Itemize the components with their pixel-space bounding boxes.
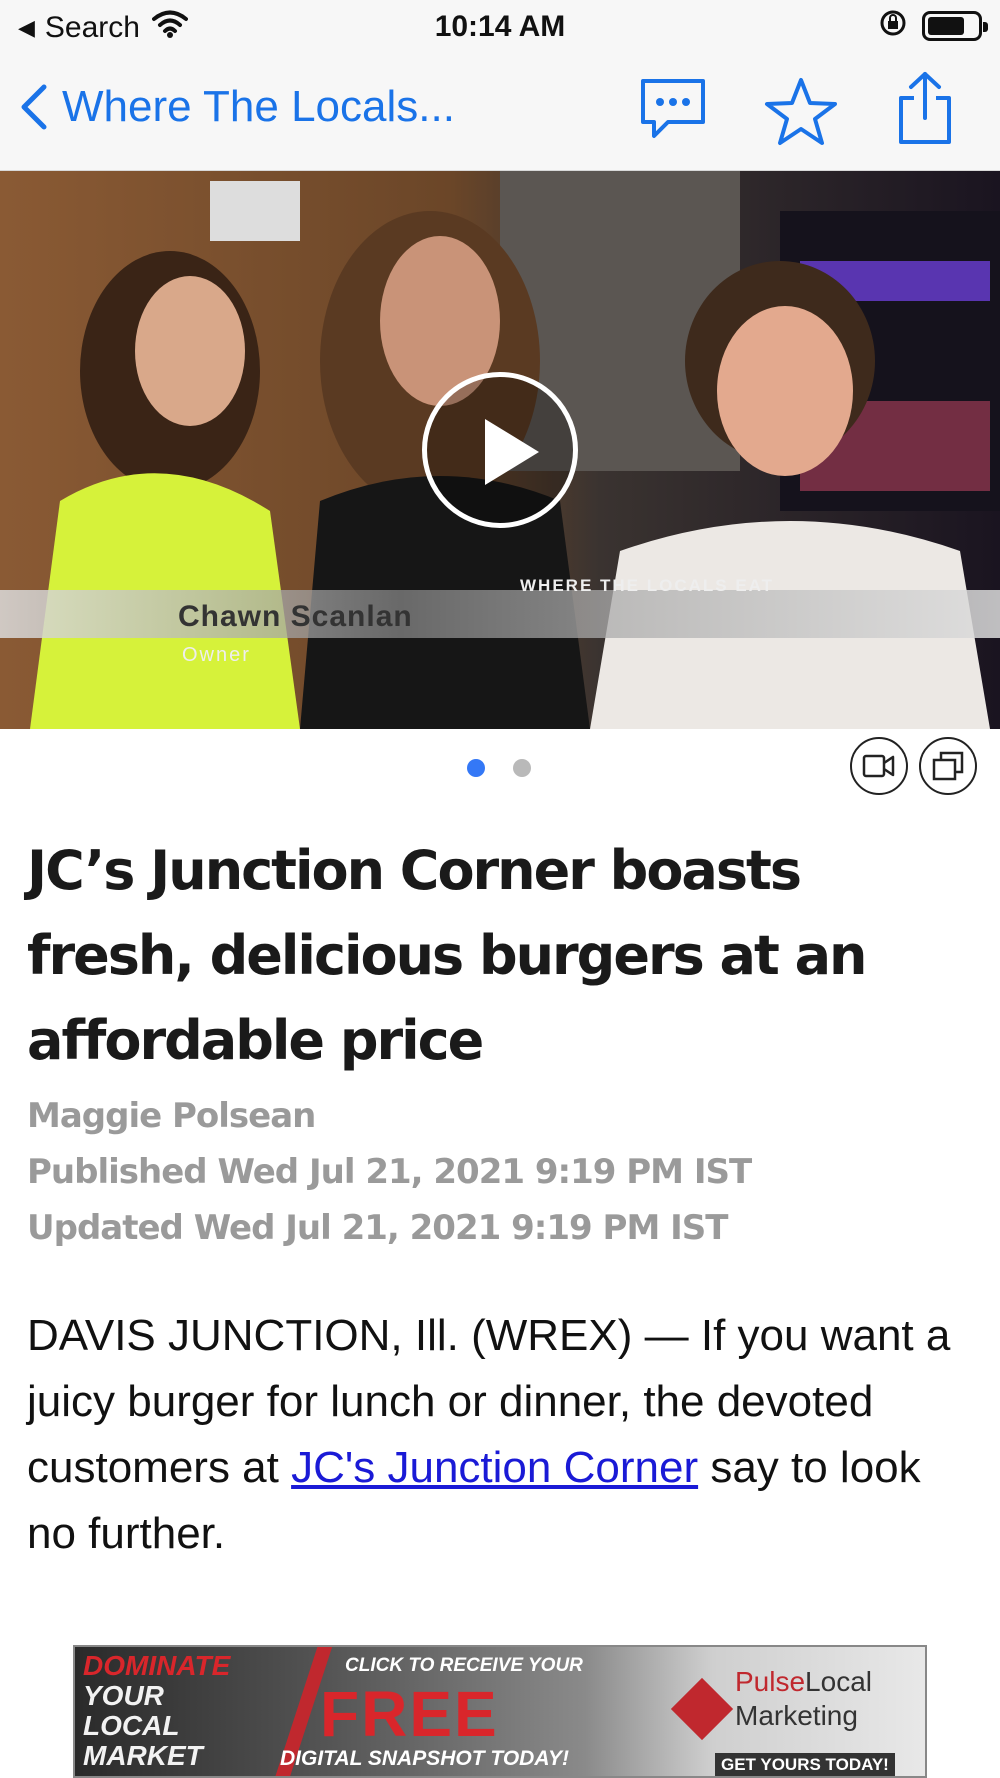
article-published-date: Published Wed Jul 21, 2021 9:19 PM IST bbox=[27, 1152, 752, 1192]
article-body-paragraph: DAVIS JUNCTION, Ill. (WREX) — If you wan… bbox=[27, 1303, 977, 1567]
lower-third-name: Chawn Scanlan bbox=[178, 600, 413, 633]
ad-brand-logo-icon bbox=[670, 1677, 734, 1741]
advertisement-banner[interactable]: DOMINATE YOUR LOCAL MARKET CLICK TO RECE… bbox=[73, 1645, 927, 1778]
comments-icon bbox=[641, 79, 705, 138]
media-pager bbox=[0, 729, 1000, 803]
page-dot-2[interactable] bbox=[513, 759, 531, 777]
ad-line-dominate: DOMINATE bbox=[83, 1650, 231, 1681]
article-headline: JC’s Junction Corner boasts fresh, delic… bbox=[27, 839, 867, 1072]
video-camera-icon bbox=[862, 754, 895, 778]
ad-brand-name: PulseLocal Marketing bbox=[735, 1665, 872, 1733]
share-icon bbox=[899, 72, 951, 144]
article-updated-date: Updated Wed Jul 21, 2021 9:19 PM IST bbox=[27, 1208, 728, 1248]
ad-cta-text: GET YOURS TODAY! bbox=[715, 1753, 895, 1776]
ad-free-text: FREE bbox=[320, 1678, 499, 1750]
battery-fill bbox=[928, 16, 964, 35]
lower-third-show-name: WHERE THE LOCALS EAT bbox=[520, 576, 775, 595]
favorite-button[interactable] bbox=[764, 76, 838, 151]
battery-tip bbox=[983, 21, 988, 32]
rotation-lock-icon bbox=[878, 8, 908, 43]
article-author[interactable]: Maggie Polsean bbox=[27, 1088, 751, 1144]
ad-snapshot-text: DIGITAL SNAPSHOT TODAY! bbox=[280, 1747, 569, 1770]
ad-brand-marketing: Marketing bbox=[735, 1700, 858, 1731]
chevron-left-icon bbox=[21, 84, 47, 130]
article-media[interactable]: Chawn Scanlan Owner WHERE THE LOCALS EAT bbox=[0, 171, 1000, 729]
navigation-bar: Where The Locals... bbox=[0, 56, 1000, 171]
back-button[interactable]: Where The Locals... bbox=[18, 82, 455, 132]
ad-line-local: LOCAL bbox=[83, 1710, 180, 1741]
ad-click-text: CLICK TO RECEIVE YOUR bbox=[345, 1655, 583, 1676]
jcs-junction-corner-link[interactable]: JC's Junction Corner bbox=[291, 1443, 698, 1492]
ad-brand-pulse: Pulse bbox=[735, 1666, 806, 1697]
status-time: 10:14 AM bbox=[434, 10, 566, 43]
lower-third-role: Owner bbox=[182, 644, 251, 666]
comments-button[interactable] bbox=[638, 76, 708, 147]
status-right-group bbox=[878, 8, 988, 43]
star-icon bbox=[765, 78, 837, 145]
ad-tagline: DOMINATE YOUR LOCAL MARKET bbox=[83, 1651, 230, 1771]
page-dot-1[interactable] bbox=[467, 759, 485, 777]
lower-third-bar bbox=[0, 590, 1000, 638]
ad-line-your: YOUR bbox=[83, 1680, 164, 1711]
play-button[interactable] bbox=[422, 372, 578, 528]
article-byline: Maggie Polsean Published Wed Jul 21, 202… bbox=[27, 1088, 752, 1256]
share-button[interactable] bbox=[896, 70, 954, 151]
back-button-label: Where The Locals... bbox=[62, 82, 455, 131]
video-button[interactable] bbox=[850, 737, 908, 795]
battery-icon bbox=[922, 10, 988, 41]
ad-line-market: MARKET bbox=[83, 1740, 203, 1771]
gallery-button[interactable] bbox=[919, 737, 977, 795]
gallery-stack-icon bbox=[932, 751, 964, 781]
status-bar: ◀ Search 10:14 AM bbox=[0, 0, 1000, 56]
ad-brand-local: Local bbox=[805, 1666, 872, 1697]
